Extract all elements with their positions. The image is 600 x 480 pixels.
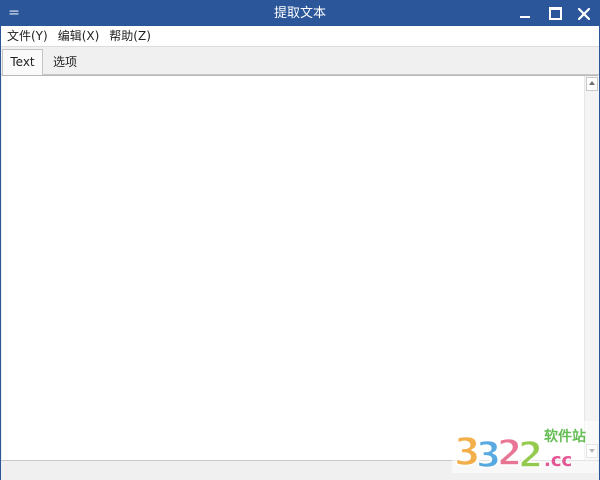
watermark-logo: 3 3 2 2 软件站 .cc [452,421,598,473]
tab-options[interactable]: 选项 [45,51,85,74]
app-window: = 提取文本 文件(Y) 编辑(X) 帮助(Z) Text 选项 [0,0,600,480]
watermark-site-label: 软件站 [544,428,586,445]
scroll-up-button[interactable] [586,77,598,91]
watermark-suffix-label: .cc [544,450,572,471]
minimize-icon [520,15,530,18]
vertical-scrollbar[interactable] [584,76,599,460]
svg-text:2: 2 [518,435,543,473]
extracted-text-area[interactable] [2,76,583,460]
menu-bar: 文件(Y) 编辑(X) 帮助(Z) [1,26,599,47]
close-icon [578,7,590,20]
tab-strip: Text 选项 [1,47,599,75]
menu-help[interactable]: 帮助(Z) [104,26,156,46]
maximize-button[interactable] [540,1,570,26]
arrow-up-icon [589,81,595,85]
close-button[interactable] [569,1,599,26]
title-bar[interactable]: = 提取文本 [1,1,599,26]
menu-edit[interactable]: 编辑(X) [53,26,105,46]
text-panel [2,75,599,460]
tab-text[interactable]: Text [2,49,43,75]
menu-file[interactable]: 文件(Y) [1,26,53,46]
watermark-logo-icon: 3 3 2 2 软件站 .cc [452,421,598,473]
minimize-button[interactable] [510,1,540,26]
maximize-icon [548,7,562,20]
